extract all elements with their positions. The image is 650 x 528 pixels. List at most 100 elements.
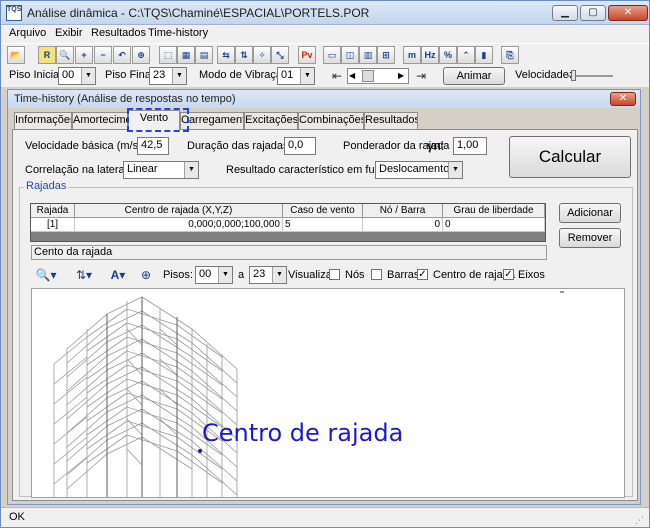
modo-vibracao-select[interactable]: 01 ▼ xyxy=(277,67,315,85)
correlacao-lateral-select[interactable]: Linear ▼ xyxy=(123,161,199,179)
tab-informacoes[interactable]: Informações xyxy=(14,112,72,129)
export-icon[interactable]: ⎘ xyxy=(501,46,519,64)
table-cell-caso-vento[interactable]: 5 xyxy=(283,218,363,232)
animation-end-icon[interactable]: ⇥ xyxy=(413,68,429,84)
velocidade-slider-thumb[interactable] xyxy=(571,70,576,81)
view-zoom-in-icon[interactable]: ⊕ xyxy=(137,266,155,286)
nos-label: Nós xyxy=(345,269,365,281)
column-header-grau-liberdade[interactable]: Grau de liberdade xyxy=(443,204,545,218)
table-cell-no-barra[interactable]: 0 xyxy=(363,218,443,232)
chevron-down-icon: ▼ xyxy=(172,68,186,84)
centro-rajada-label: Centro de rajada xyxy=(202,419,404,447)
tab-carregamentos[interactable]: Carregamentos xyxy=(180,112,244,129)
view-zoom-icon[interactable]: 🔍▾ xyxy=(33,266,59,286)
axes-iso-icon[interactable]: ⤡ xyxy=(271,46,289,64)
table-empty-area xyxy=(31,232,545,241)
axes-y-icon[interactable]: ⇅ xyxy=(235,46,253,64)
adicionar-button[interactable]: Adicionar xyxy=(559,203,621,223)
rajada-status-field: Cento da rajada xyxy=(31,245,547,260)
pisos-de-select[interactable]: 00 ▼ xyxy=(195,266,233,284)
maximize-button[interactable]: ▢ xyxy=(580,5,606,21)
close-button[interactable]: ✕ xyxy=(608,5,648,21)
barras-checkbox[interactable] xyxy=(371,269,382,280)
eixos-label: Eixos xyxy=(518,269,545,281)
view-table-icon[interactable]: ▤ xyxy=(195,46,213,64)
zoom-prev-icon[interactable]: ↶ xyxy=(113,46,131,64)
menu-resultados[interactable]: Resultados xyxy=(91,27,146,39)
tab-vento[interactable]: Vento xyxy=(128,110,180,130)
menu-time-history[interactable]: Time-history xyxy=(148,27,208,39)
animation-start-icon[interactable]: ⇤ xyxy=(329,68,345,84)
tab-excitacoes[interactable]: Excitações xyxy=(244,112,298,129)
menu-bar: Arquivo Exibir Resultados Time-history xyxy=(1,25,649,43)
pv-icon[interactable]: Pv xyxy=(298,46,316,64)
velocidade-basica-input[interactable]: 42,5 xyxy=(137,137,169,155)
app-logo-icon: TQS xyxy=(6,5,22,21)
scroll-left-icon[interactable]: ◀ xyxy=(349,69,355,83)
column-header-no-barra[interactable]: Nó / Barra xyxy=(363,204,443,218)
animar-button[interactable]: Animar xyxy=(443,67,505,85)
time-history-close-button[interactable]: ✕ xyxy=(610,92,636,106)
column-header-centro[interactable]: Centro de rajada (X,Y,Z) xyxy=(75,204,283,218)
duracao-rajadas-input[interactable]: 0,0 xyxy=(284,137,316,155)
column-header-caso-vento[interactable]: Caso de vento xyxy=(283,204,363,218)
animation-scrollbar[interactable]: ◀ ▶ xyxy=(347,68,409,84)
menu-arquivo[interactable]: Arquivo xyxy=(9,27,46,39)
zoom-in-icon[interactable]: + xyxy=(75,46,93,64)
structure-3d-view[interactable]: Centro de rajada xyxy=(31,288,625,498)
view-axes-icon[interactable]: ⇅▾ xyxy=(71,266,97,286)
remover-button[interactable]: Remover xyxy=(559,228,621,248)
table-cell-grau-liberdade[interactable]: 0 xyxy=(443,218,545,232)
view-3d-icon[interactable]: ⬚ xyxy=(159,46,177,64)
view-solid-icon[interactable]: ▦ xyxy=(177,46,195,64)
ponderador-rajada-input[interactable]: 1,00 xyxy=(453,137,487,155)
status-text: OK xyxy=(9,511,25,523)
zoom-all-icon[interactable]: ⊕ xyxy=(132,46,150,64)
open-icon[interactable]: 📂 xyxy=(7,46,25,64)
mode-icon[interactable]: m xyxy=(403,46,421,64)
pisos-a-label: a xyxy=(238,269,245,281)
chevron-down-icon: ▼ xyxy=(81,68,95,84)
piso-inicial-select[interactable]: 00 ▼ xyxy=(58,67,96,85)
column-header-rajada[interactable]: Rajada xyxy=(31,204,75,218)
resultado-caracteristico-select[interactable]: Deslocamento ▼ xyxy=(375,161,463,179)
zoom-window-icon[interactable]: 🔍 xyxy=(56,46,74,64)
title-bar[interactable]: TQS Análise dinâmica - C:\TQS\Chaminé\ES… xyxy=(1,1,649,25)
hz-icon[interactable]: Hz xyxy=(421,46,439,64)
centro-rajada-checkbox[interactable]: ✓ xyxy=(417,269,428,280)
nos-checkbox[interactable] xyxy=(329,269,340,280)
window-title: Análise dinâmica - C:\TQS\Chaminé\ESPACI… xyxy=(27,6,370,20)
menu-exibir[interactable]: Exibir xyxy=(55,27,83,39)
window-2-icon[interactable]: ◫ xyxy=(341,46,359,64)
tab-combinacoes[interactable]: Combinações xyxy=(298,112,364,129)
report-icon[interactable]: R xyxy=(38,46,56,64)
resize-grip-icon[interactable]: ⋰ xyxy=(635,514,647,526)
window-1-icon[interactable]: ▭ xyxy=(323,46,341,64)
axes-x-icon[interactable]: ⇆ xyxy=(217,46,235,64)
vento-tab-panel: Velocidade básica (m/s): 42,5 Duração da… xyxy=(12,129,638,501)
axes-z-icon[interactable]: ✧ xyxy=(253,46,271,64)
tab-resultados[interactable]: Resultados xyxy=(364,112,418,129)
zoom-out-icon[interactable]: − xyxy=(94,46,112,64)
rajadas-table[interactable]: Rajada Centro de rajada (X,Y,Z) Caso de … xyxy=(30,203,546,242)
tab-amortecimento[interactable]: Amortecimento xyxy=(72,112,128,129)
window-4-icon[interactable]: ⊞ xyxy=(377,46,395,64)
time-history-titlebar[interactable]: Time-history (Análise de respostas no te… xyxy=(8,90,640,108)
view-text-icon[interactable]: A▾ xyxy=(105,266,131,286)
table-cell-centro[interactable]: 0,000;0,000;100,000 xyxy=(75,218,283,232)
minimize-button[interactable]: ▁ xyxy=(552,5,578,21)
calcular-button[interactable]: Calcular xyxy=(509,136,631,178)
gamma-n-symbol: γn: xyxy=(427,138,445,153)
table-cell-rajada[interactable]: [1] xyxy=(31,218,75,232)
eixos-checkbox[interactable]: ✓ xyxy=(503,269,514,280)
pisos-ate-select[interactable]: 23 ▼ xyxy=(249,266,287,284)
window-3-icon[interactable]: ▥ xyxy=(359,46,377,64)
percent-icon[interactable]: % xyxy=(439,46,457,64)
piso-inicial-value: 00 xyxy=(62,69,75,81)
scroll-thumb[interactable] xyxy=(362,70,374,82)
piso-final-select[interactable]: 23 ▼ xyxy=(149,67,187,85)
bars-icon[interactable]: ▮ xyxy=(475,46,493,64)
barras-label: Barras xyxy=(387,269,420,281)
scroll-right-icon[interactable]: ▶ xyxy=(398,69,404,83)
peak-icon[interactable]: ⌃ xyxy=(457,46,475,64)
